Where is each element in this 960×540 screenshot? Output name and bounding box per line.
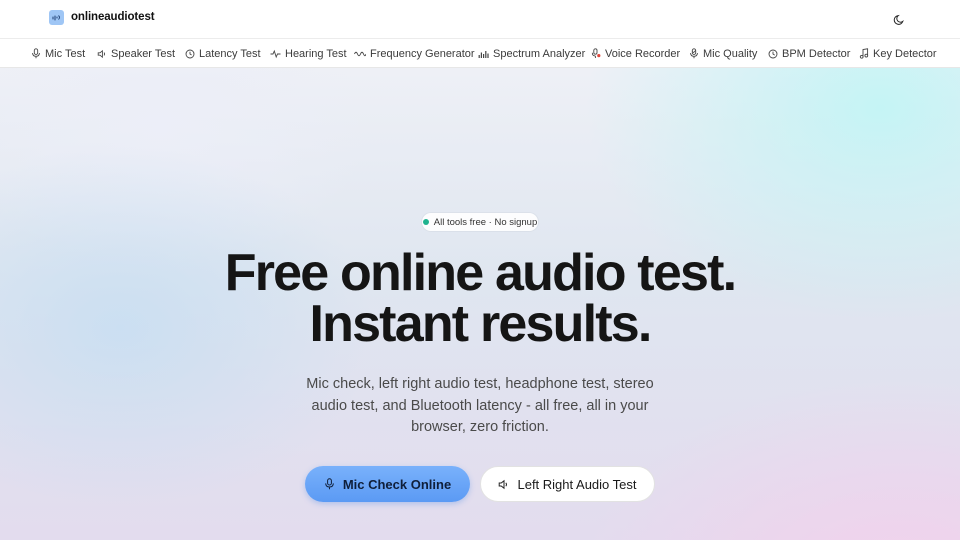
hero-section: All tools free · No signup Free online a…: [0, 68, 960, 540]
timer-icon: [768, 49, 778, 58]
hero-subtitle: Mic check, left right audio test, headph…: [306, 376, 654, 436]
music-note-icon: [859, 48, 869, 59]
tools-nav: Mic Test Speaker Test Latency Test Heari…: [0, 38, 960, 68]
nav-label: Mic Test: [45, 47, 86, 60]
free-tools-badge: All tools free · No signup: [422, 213, 538, 231]
nav-voice-recorder[interactable]: Voice Recorder: [591, 39, 680, 68]
nav-label: Hearing Test: [285, 47, 347, 60]
bar-chart-icon: [478, 50, 489, 58]
page-title: Free online audio test. Instant results.: [0, 244, 960, 353]
nav-frequency-generator[interactable]: Frequency Generator: [354, 39, 475, 68]
headline-line-2: Instant results.: [309, 295, 652, 353]
nav-label: Frequency Generator: [370, 47, 475, 60]
nav-latency-test[interactable]: Latency Test: [185, 39, 261, 68]
nav-label: Spectrum Analyzer: [493, 47, 586, 60]
speaker-icon: [97, 49, 106, 58]
sound-wave-icon: [49, 10, 64, 25]
speaker-icon: [499, 479, 508, 489]
nav-speaker-test[interactable]: Speaker Test: [97, 39, 175, 68]
nav-key-detector[interactable]: Key Detector: [859, 39, 937, 68]
nav-label: BPM Detector: [782, 47, 851, 60]
mic-check-online-button[interactable]: Mic Check Online: [305, 466, 470, 502]
top-bar: onlineaudiotest: [0, 0, 960, 38]
headline-line-1: Free online audio test.: [224, 244, 737, 302]
button-label: Left Right Audio Test: [517, 476, 637, 492]
nav-spectrum-analyzer[interactable]: Spectrum Analyzer: [478, 39, 585, 68]
theme-toggle-button[interactable]: [890, 11, 908, 29]
nav-bpm-detector[interactable]: BPM Detector: [768, 39, 850, 68]
moon-icon: [893, 14, 904, 25]
brand-name: onlineaudiotest: [71, 10, 155, 23]
nav-label: Key Detector: [873, 47, 937, 60]
nav-hearing-test[interactable]: Hearing Test: [270, 39, 347, 68]
microphone-icon: [325, 478, 334, 490]
nav-label: Latency Test: [199, 47, 261, 60]
clock-icon: [185, 49, 195, 58]
status-dot-icon: [422, 219, 429, 225]
left-right-audio-test-button[interactable]: Left Right Audio Test: [480, 466, 655, 502]
mic-check-icon: [690, 48, 698, 59]
microphone-icon: [32, 48, 40, 59]
nav-label: Voice Recorder: [605, 47, 681, 60]
nav-label: Mic Quality: [703, 47, 758, 60]
pulse-icon: [270, 49, 281, 58]
nav-mic-test[interactable]: Mic Test: [31, 39, 85, 68]
brand-link[interactable]: onlineaudiotest: [49, 10, 155, 25]
badge-text: All tools free · No signup: [433, 216, 538, 228]
sine-wave-icon: [354, 51, 366, 56]
nav-mic-quality[interactable]: Mic Quality: [689, 39, 757, 68]
button-label: Mic Check Online: [342, 476, 452, 492]
record-icon: [591, 48, 601, 58]
nav-label: Speaker Test: [111, 47, 176, 60]
